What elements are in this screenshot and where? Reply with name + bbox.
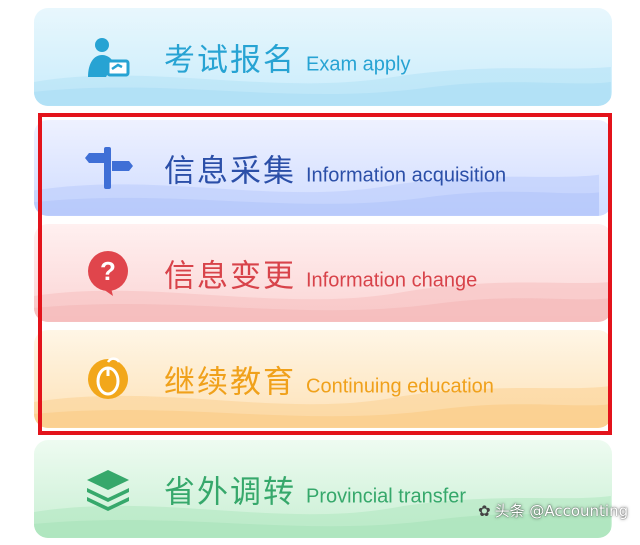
menu-label-en: Information acquisition: [306, 164, 507, 187]
menu-label-en: Exam apply: [306, 53, 411, 76]
signpost-icon: [82, 142, 134, 194]
menu-label-cn: 考试报名: [164, 42, 296, 79]
menu-label-en: Continuing education: [306, 375, 494, 398]
person-writing-icon: [82, 31, 134, 83]
menu-card-information-acquisition[interactable]: 信息采集 Information acquisition: [34, 120, 612, 216]
watermark-logo-icon: ✿: [478, 501, 491, 520]
menu-card-labels: 考试报名 Exam apply: [164, 35, 411, 80]
menu-card-provincial-transfer[interactable]: 省外调转 Provincial transfer: [34, 440, 612, 538]
svg-text:?: ?: [100, 256, 116, 286]
menu-card-labels: 信息采集 Information acquisition: [164, 146, 506, 191]
watermark: ✿ 头条 @Accounting: [478, 500, 628, 521]
menu-card-labels: 继续教育 Continuing education: [164, 357, 494, 402]
layers-icon: [82, 463, 134, 515]
question-bubble-icon: ?: [82, 247, 134, 299]
menu-label-en: Information change: [306, 269, 478, 292]
menu-label-cn: 省外调转: [164, 474, 296, 511]
menu-label-cn: 信息采集: [164, 153, 296, 190]
menu-card-labels: 信息变更 Information change: [164, 251, 477, 296]
menu-card-continuing-education[interactable]: 继续教育 Continuing education: [34, 330, 612, 428]
menu-label-en: Provincial transfer: [306, 485, 467, 508]
mouse-icon: [82, 353, 134, 405]
menu-card-exam-apply[interactable]: 考试报名 Exam apply: [34, 8, 612, 106]
menu-label-cn: 继续教育: [164, 364, 296, 401]
menu-label-cn: 信息变更: [164, 258, 296, 295]
menu-card-information-change[interactable]: ? 信息变更 Information change: [34, 224, 612, 322]
menu-card-labels: 省外调转 Provincial transfer: [164, 467, 466, 512]
watermark-text: 头条 @Accounting: [494, 502, 629, 520]
